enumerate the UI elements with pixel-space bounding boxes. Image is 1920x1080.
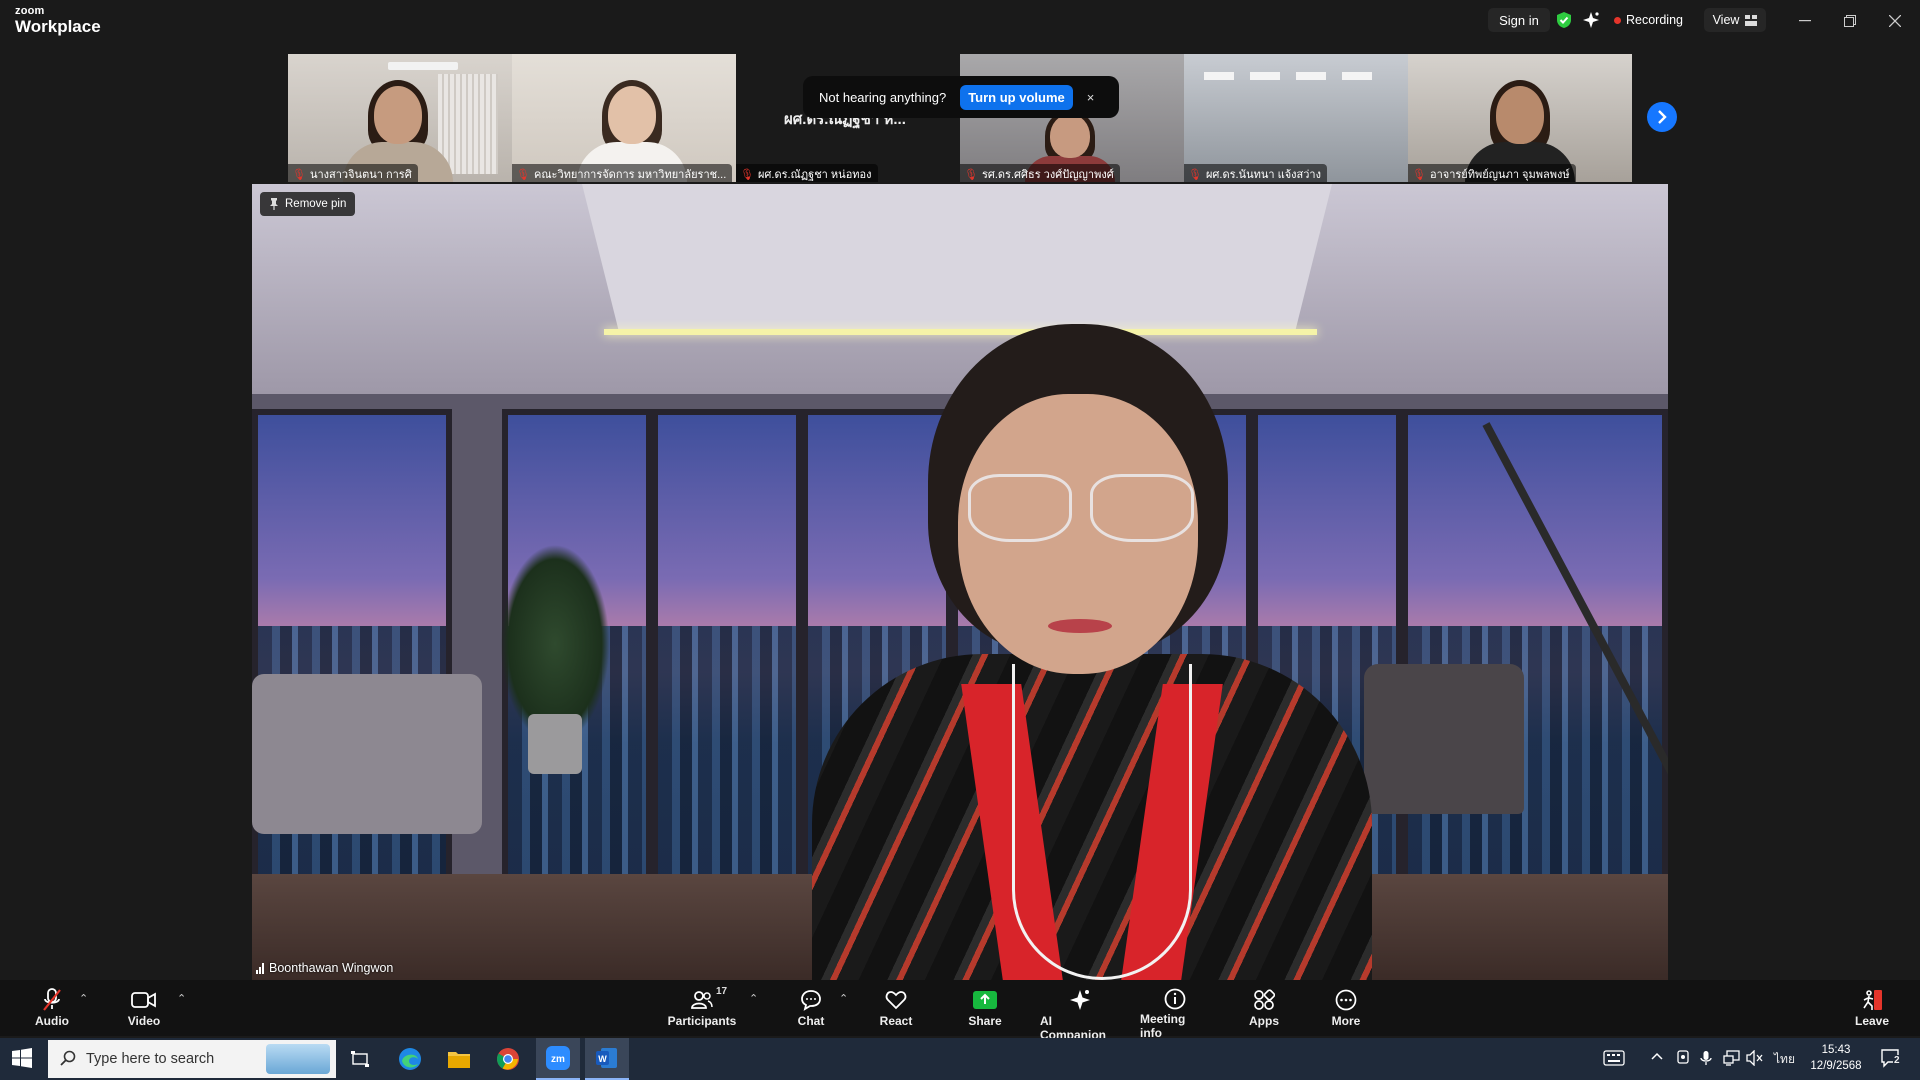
audio-options-caret-icon[interactable]: ⌃ bbox=[79, 992, 88, 1005]
svg-text:W: W bbox=[598, 1054, 607, 1064]
remove-pin-label: Remove pin bbox=[285, 198, 347, 210]
participant-tile[interactable]: 🎙 คณะวิทยาการจัดการ มหาวิทยาลัยราช... bbox=[512, 54, 736, 182]
speaker-person bbox=[812, 324, 1372, 980]
muted-mic-icon: 🎙 bbox=[1412, 168, 1426, 181]
windows-start-icon[interactable] bbox=[12, 1048, 34, 1070]
participant-name: 🎙 ผศ.ดร.นันทนา แจ้งสว่าง bbox=[1184, 164, 1327, 182]
close-popup-icon[interactable]: × bbox=[1087, 90, 1095, 105]
recording-indicator[interactable]: Recording bbox=[1614, 8, 1683, 32]
participant-tile[interactable]: 🎙 นางสาวจินตนา การศิ bbox=[288, 54, 512, 182]
pinned-speaker-video[interactable] bbox=[252, 184, 1668, 980]
participant-name: 🎙 อาจารย์ทิพย์ญนภา จุมพลพงษ์ bbox=[1408, 164, 1576, 182]
video-button[interactable]: Video bbox=[124, 988, 164, 1034]
recording-dot-icon bbox=[1614, 16, 1621, 24]
muted-mic-icon: 🎙 bbox=[964, 168, 978, 181]
participants-options-caret-icon[interactable]: ⌃ bbox=[749, 992, 758, 1005]
logo-zoom-text: zoom bbox=[15, 5, 45, 17]
ai-companion-button[interactable]: AI Companion bbox=[1040, 988, 1120, 1042]
notification-count: 2 bbox=[1893, 1055, 1901, 1066]
audio-prompt-popup: Not hearing anything? Turn up volume × bbox=[803, 76, 1119, 118]
file-explorer-icon[interactable] bbox=[437, 1038, 481, 1080]
chrome-browser-icon[interactable] bbox=[486, 1038, 530, 1080]
video-options-caret-icon[interactable]: ⌃ bbox=[177, 992, 186, 1005]
participant-tile[interactable]: 🎙 ผศ.ดร.นันทนา แจ้งสว่าง bbox=[1184, 54, 1408, 182]
muted-mic-icon: 🎙 bbox=[740, 168, 754, 181]
view-button[interactable]: View bbox=[1704, 8, 1766, 32]
edge-browser-icon[interactable] bbox=[388, 1038, 432, 1080]
word-app-icon[interactable]: W bbox=[585, 1038, 629, 1080]
muted-microphone-icon bbox=[42, 988, 62, 1012]
meeting-info-button[interactable]: Meeting info bbox=[1140, 988, 1210, 1040]
turn-up-volume-button[interactable]: Turn up volume bbox=[960, 84, 1073, 110]
video-camera-icon bbox=[131, 988, 157, 1012]
info-icon bbox=[1164, 988, 1186, 1010]
clock-date: 12/9/2568 bbox=[1810, 1060, 1862, 1072]
participant-name: 🎙 คณะวิทยาการจัดการ มหาวิทยาลัยราช... bbox=[512, 164, 733, 182]
participant-name: 🎙 รศ.ดร.ศศิธร วงศ์ปัญญาพงศ์ bbox=[960, 164, 1120, 182]
meeting-toolbar: Audio ⌃ Video ⌃ 17 Participants ⌃ Chat ⌃… bbox=[0, 980, 1920, 1042]
network-icon[interactable] bbox=[1723, 1050, 1741, 1069]
pin-icon bbox=[270, 198, 278, 210]
next-page-arrow-icon[interactable] bbox=[1647, 102, 1677, 132]
search-highlight-image bbox=[266, 1044, 330, 1074]
participant-name: 🎙 นางสาวจินตนา การศิ bbox=[288, 164, 418, 182]
notification-center-icon[interactable]: 2 bbox=[1880, 1048, 1902, 1071]
react-button[interactable]: React bbox=[878, 988, 914, 1034]
show-hidden-icons-chevron-icon[interactable] bbox=[1651, 1050, 1663, 1067]
close-window-icon[interactable] bbox=[1881, 10, 1909, 32]
ai-sparkle-icon[interactable] bbox=[1582, 8, 1604, 32]
participants-icon bbox=[691, 988, 713, 1012]
muted-mic-icon: 🎙 bbox=[1188, 168, 1202, 181]
share-button[interactable]: Share bbox=[966, 988, 1004, 1034]
svg-text:zm: zm bbox=[551, 1054, 565, 1065]
microphone-tray-icon[interactable] bbox=[1700, 1050, 1712, 1069]
recording-label: Recording bbox=[1626, 13, 1683, 27]
participants-count: 17 bbox=[716, 986, 728, 997]
remove-pin-button[interactable]: Remove pin bbox=[260, 192, 356, 216]
windows-taskbar: Type here to search zm W ไทย 15:43 12/9/… bbox=[0, 1038, 1920, 1080]
minimize-icon[interactable] bbox=[1791, 10, 1819, 32]
apps-button[interactable]: Apps bbox=[1248, 988, 1280, 1034]
leave-door-icon bbox=[1860, 988, 1884, 1012]
grid-view-icon bbox=[1745, 14, 1758, 26]
audio-prompt-text: Not hearing anything? bbox=[819, 89, 947, 105]
participants-button[interactable]: 17 Participants bbox=[664, 986, 740, 1034]
chat-options-caret-icon[interactable]: ⌃ bbox=[839, 992, 848, 1005]
task-view-icon[interactable] bbox=[338, 1038, 382, 1080]
leave-button[interactable]: Leave bbox=[1854, 988, 1890, 1034]
zoom-app-icon[interactable]: zm bbox=[536, 1038, 580, 1080]
connection-strength-icon bbox=[256, 962, 264, 974]
title-bar: zoom Workplace Sign in Recording View bbox=[0, 0, 1920, 44]
audio-button[interactable]: Audio bbox=[34, 988, 70, 1034]
chat-bubble-icon bbox=[800, 988, 822, 1012]
more-button[interactable]: More bbox=[1330, 988, 1362, 1034]
shield-icon[interactable] bbox=[1556, 8, 1578, 32]
participant-name: 🎙 ผศ.ดร.ณัฏฐชา หน่อทอง bbox=[736, 164, 878, 182]
ai-companion-sparkle-icon bbox=[1068, 988, 1092, 1012]
participant-tile[interactable]: 🎙 รศ.ดร.ศศิธร วงศ์ปัญญาพงศ์ bbox=[960, 54, 1184, 182]
muted-mic-icon: 🎙 bbox=[516, 168, 530, 181]
heart-icon bbox=[885, 988, 907, 1012]
more-ellipsis-icon bbox=[1335, 988, 1357, 1012]
share-screen-icon bbox=[972, 988, 998, 1012]
view-label: View bbox=[1712, 13, 1740, 27]
restore-icon[interactable] bbox=[1836, 10, 1864, 32]
muted-mic-icon: 🎙 bbox=[292, 168, 306, 181]
volume-muted-icon[interactable] bbox=[1746, 1049, 1764, 1069]
taskbar-clock[interactable]: 15:43 12/9/2568 bbox=[1788, 1042, 1884, 1074]
clock-time: 15:43 bbox=[1821, 1044, 1851, 1056]
search-placeholder: Type here to search bbox=[86, 1051, 215, 1067]
zoom-workplace-logo: zoom Workplace bbox=[15, 5, 101, 36]
taskbar-search-input[interactable]: Type here to search bbox=[48, 1040, 336, 1078]
participant-tile[interactable]: 🎙 อาจารย์ทิพย์ญนภา จุมพลพงษ์ bbox=[1408, 54, 1632, 182]
apps-grid-icon bbox=[1253, 988, 1275, 1012]
chat-button[interactable]: Chat bbox=[796, 988, 826, 1034]
meet-now-icon[interactable] bbox=[1676, 1050, 1690, 1067]
search-icon bbox=[60, 1050, 76, 1070]
speaker-name-label: Boonthawan Wingwon bbox=[256, 961, 393, 975]
keyboard-input-icon[interactable] bbox=[1603, 1050, 1625, 1069]
logo-workplace-text: Workplace bbox=[15, 17, 101, 36]
sign-in-button[interactable]: Sign in bbox=[1488, 8, 1550, 32]
